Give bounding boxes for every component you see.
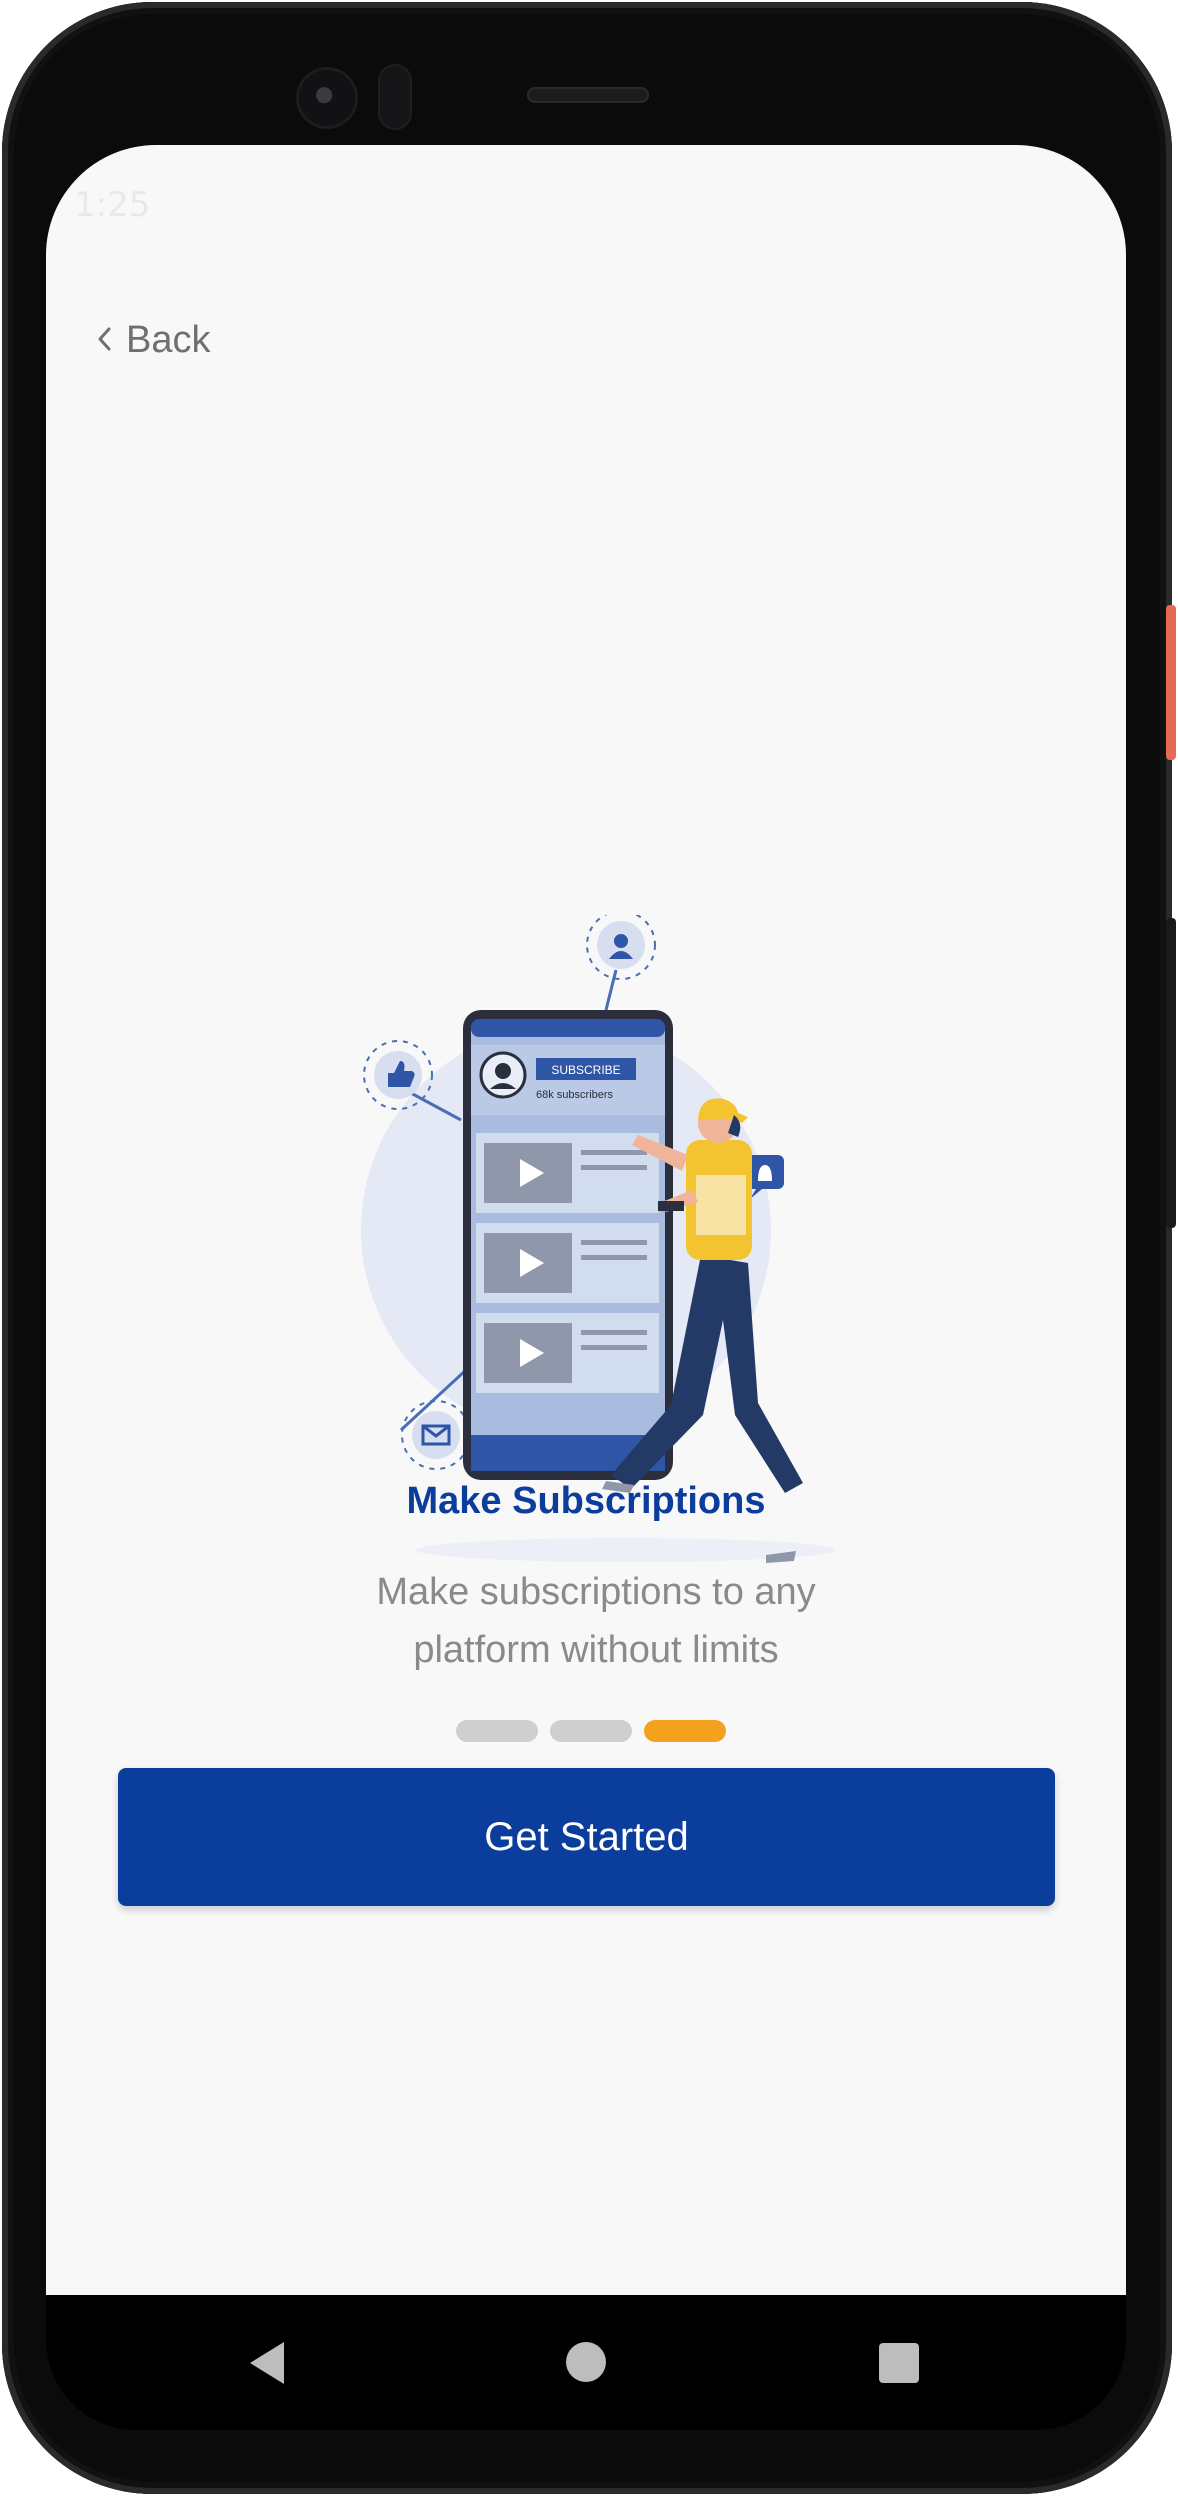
volume-button[interactable] <box>1166 918 1176 1228</box>
back-icon[interactable] <box>246 2340 286 2390</box>
subscribe-label: SUBSCRIBE <box>551 1063 620 1077</box>
page-dot-1 <box>456 1720 538 1742</box>
back-label: Back <box>126 318 211 361</box>
earpiece-speaker <box>527 87 649 103</box>
power-button[interactable] <box>1166 605 1176 760</box>
subscribers-label: 68k subscribers <box>536 1089 614 1101</box>
page-dot-2 <box>550 1720 632 1742</box>
page-indicator <box>456 1720 726 1742</box>
front-camera <box>299 70 355 126</box>
get-started-button[interactable]: Get Started <box>118 1768 1055 1906</box>
status-time: 1:25 <box>74 185 151 225</box>
status-bar: 1:25 <box>46 185 1126 235</box>
system-navigation-bar <box>46 2295 1126 2430</box>
chevron-left-icon <box>96 319 112 362</box>
subscription-illustration: SUBSCRIBE 68k subscribers <box>361 915 836 1563</box>
page-dot-3-active <box>644 1720 726 1742</box>
back-button[interactable]: Back <box>96 315 210 365</box>
proximity-sensor <box>380 66 410 128</box>
onboarding-title: Make Subscriptions <box>406 1480 766 1522</box>
home-icon[interactable] <box>564 2340 608 2388</box>
app-screen: 1:25 Back SUBSCRIBE 68k subscribers Make… <box>46 145 1126 2295</box>
recents-icon[interactable] <box>878 2342 920 2388</box>
onboarding-description: Make subscriptions to any platform witho… <box>376 1571 816 1671</box>
